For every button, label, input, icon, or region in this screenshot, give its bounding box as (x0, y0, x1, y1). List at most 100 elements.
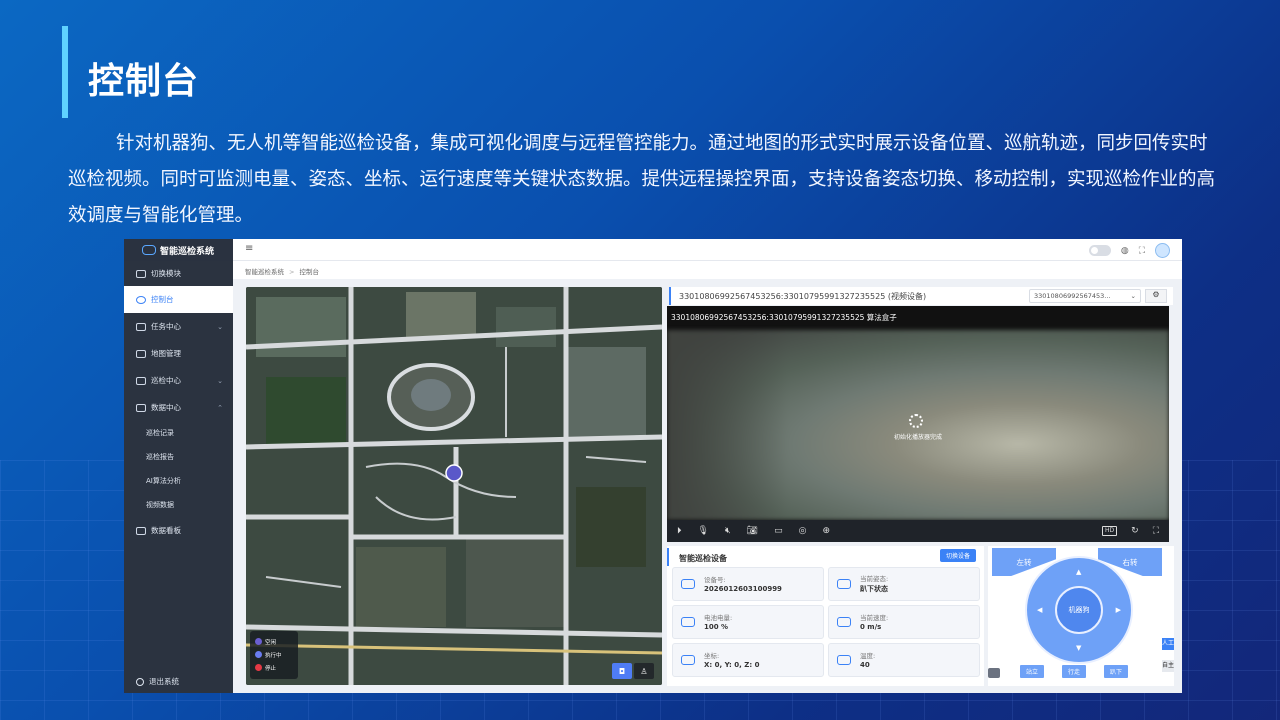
legend-dot (255, 664, 262, 671)
card-label: 设备号: (704, 576, 726, 584)
sidebar-item-console[interactable]: 控制台 (124, 286, 233, 313)
arrow-up-icon[interactable]: ▲ (1076, 568, 1081, 576)
chevron-down-icon: ⌄ (1130, 292, 1136, 300)
video-player[interactable]: 33010806992567453256:3301079599132723552… (667, 306, 1169, 542)
sidebar-item-label: 巡检中心 (151, 376, 181, 385)
menu-toggle-icon[interactable]: ≡ (245, 243, 253, 254)
device-id-card: 设备号: 2026012603100999 (672, 567, 824, 601)
reload-icon[interactable]: ↻ (1131, 526, 1139, 536)
sidebar-item-label: 数据中心 (151, 403, 181, 412)
video-controls: ⏵ 🎙︎ 🔇︎ 📷︎ ▭ ◎ ⊕ HD ↻ ⛶ (667, 520, 1169, 542)
legend-item-idle: 空闲 (255, 635, 293, 648)
sidebar-subitem-ai-analysis[interactable]: AI算法分析 (124, 469, 233, 493)
thermometer-icon (837, 655, 851, 665)
tab-auto[interactable]: 自主 (1162, 660, 1174, 672)
breadcrumb-item[interactable]: 智能巡检系统 (245, 268, 284, 276)
legend-dot (255, 651, 262, 658)
slide-title: 控制台 (88, 61, 200, 102)
arrow-down-icon[interactable]: ▼ (1076, 644, 1081, 652)
breadcrumb-separator: > (289, 268, 295, 276)
video-device-title: 33010806992567453256:3301079599132723552… (679, 292, 927, 301)
sidebar-item-data-center[interactable]: 数据中心 ⌃ (124, 394, 233, 421)
video-overlay-title: 33010806992567453256:3301079599132723552… (671, 313, 897, 322)
mute-icon[interactable]: 🔇︎ (725, 526, 731, 536)
card-label: 坐标: (704, 652, 720, 660)
sidebar-subitem-video-data[interactable]: 视频数据 (124, 493, 233, 517)
card-value: 100 % (704, 623, 729, 631)
sidebar-item-switch-module[interactable]: 切换模块 (124, 261, 233, 286)
arrow-right-icon[interactable]: ▶ (1116, 606, 1121, 614)
coordinate-card: 坐标: X: 0, Y: 0, Z: 0 (672, 643, 824, 677)
keyboard-icon[interactable] (988, 668, 1000, 678)
temperature-card: 温度: 40 (828, 643, 980, 677)
legend-label: 停止 (265, 665, 277, 672)
legend-item-running: 执行中 (255, 648, 293, 661)
play-icon[interactable]: ⏵ (677, 526, 682, 536)
lie-down-button[interactable]: 趴下 (1104, 665, 1129, 678)
speedometer-icon (837, 617, 851, 627)
microphone-icon[interactable]: 🎙︎ (698, 526, 709, 536)
globe-icon[interactable]: ◍ (1121, 246, 1129, 256)
sidebar-item-map-management[interactable]: 地图管理 (124, 340, 233, 367)
power-icon (136, 677, 144, 686)
direction-joystick[interactable]: ▲ ▼ ◀ ▶ 机器狗 (1025, 556, 1133, 664)
map-graphic (246, 287, 662, 685)
arrow-left-icon[interactable]: ◀ (1037, 606, 1042, 614)
robot-dog-icon (681, 579, 695, 589)
card-label: 温度: (860, 652, 876, 660)
title-accent-bar (62, 26, 68, 118)
legend-dot (255, 638, 262, 645)
device-panel: 智能巡检设备 切换设备 设备号: 2026012603100999 当前姿态: 趴下… (667, 546, 984, 686)
legend-label: 空闲 (265, 639, 277, 646)
sidebar-item-task-center[interactable]: 任务中心 ⌄ (124, 313, 233, 340)
card-label: 当前姿态: (860, 575, 889, 583)
video-settings-button[interactable]: ⚙ (1145, 289, 1167, 303)
intro-paragraph: 针对机器狗、无人机等智能巡检设备，集成可视化调度与远程管控能力。通过地图的形式实… (68, 133, 1216, 226)
tab-manual[interactable]: 人工 (1162, 638, 1174, 650)
fullscreen-icon[interactable]: ⛶ (1139, 246, 1145, 256)
breadcrumb: 智能巡检系统 > 控制台 (233, 261, 1182, 279)
switch-device-button[interactable]: 切换设备 (939, 549, 976, 562)
person-view-button[interactable]: ♙ (634, 663, 654, 679)
sidebar-item-label: 数据看板 (151, 526, 181, 535)
breadcrumb-item: 控制台 (299, 268, 319, 276)
card-label: 电池电量: (704, 614, 733, 622)
logout-label: 退出系统 (149, 677, 179, 686)
logout-button[interactable]: 退出系统 (136, 676, 179, 687)
top-icons: ◍ ⛶ (1088, 243, 1170, 258)
sidebar-item-inspection-center[interactable]: 巡检中心 ⌄ (124, 367, 233, 394)
coordinate-icon (681, 655, 695, 665)
zoom-icon[interactable]: ⊕ (822, 526, 830, 536)
sidebar-subitem-inspection-report[interactable]: 巡检报告 (124, 445, 233, 469)
walk-button[interactable]: 行走 (1062, 665, 1087, 678)
theme-toggle[interactable] (1088, 245, 1111, 256)
console-icon (136, 295, 146, 304)
mode-buttons: 站立 行走 趴下 (1020, 665, 1129, 678)
map-legend: 空闲 执行中 停止 (250, 631, 298, 679)
top-bar: ≡ ◍ ⛶ (233, 239, 1182, 261)
posture-icon (837, 579, 851, 589)
avatar[interactable] (1155, 243, 1170, 258)
fullscreen-icon[interactable]: ⛶ (1153, 526, 1159, 536)
ptz-icon[interactable]: ◎ (799, 526, 807, 536)
loading-text: 初始化播放器完成 (893, 434, 942, 441)
card-value: 趴下状态 (860, 585, 888, 593)
sidebar-item-data-board[interactable]: 数据看板 (124, 517, 233, 544)
battery-card: 电池电量: 100 % (672, 605, 824, 639)
sidebar: 智能巡检系统 切换模块 控制台 任务中心 ⌄ 地图管理 巡检中心 ⌄ 数据中心 … (124, 239, 233, 693)
joystick-center[interactable]: 机器狗 (1055, 586, 1103, 634)
robot-view-button[interactable]: ◘ (612, 663, 632, 679)
sidebar-item-label: 切换模块 (151, 269, 181, 278)
record-icon[interactable]: ▭ (774, 526, 783, 536)
sidebar-item-label: 地图管理 (151, 349, 181, 358)
video-device-select[interactable]: 33010806992567453... ⌄ (1029, 289, 1141, 303)
app-logo: 智能巡检系统 (124, 239, 233, 261)
sidebar-subitem-inspection-records[interactable]: 巡检记录 (124, 421, 233, 445)
stand-button[interactable]: 站立 (1020, 665, 1045, 678)
hd-button[interactable]: HD (1102, 526, 1118, 536)
grid-icon (136, 269, 146, 278)
board-icon (136, 526, 146, 535)
camera-icon[interactable]: 📷︎ (747, 526, 758, 536)
satellite-map[interactable]: 空闲 执行中 停止 ◘ ♙ (246, 287, 662, 685)
calendar-icon (136, 322, 146, 331)
